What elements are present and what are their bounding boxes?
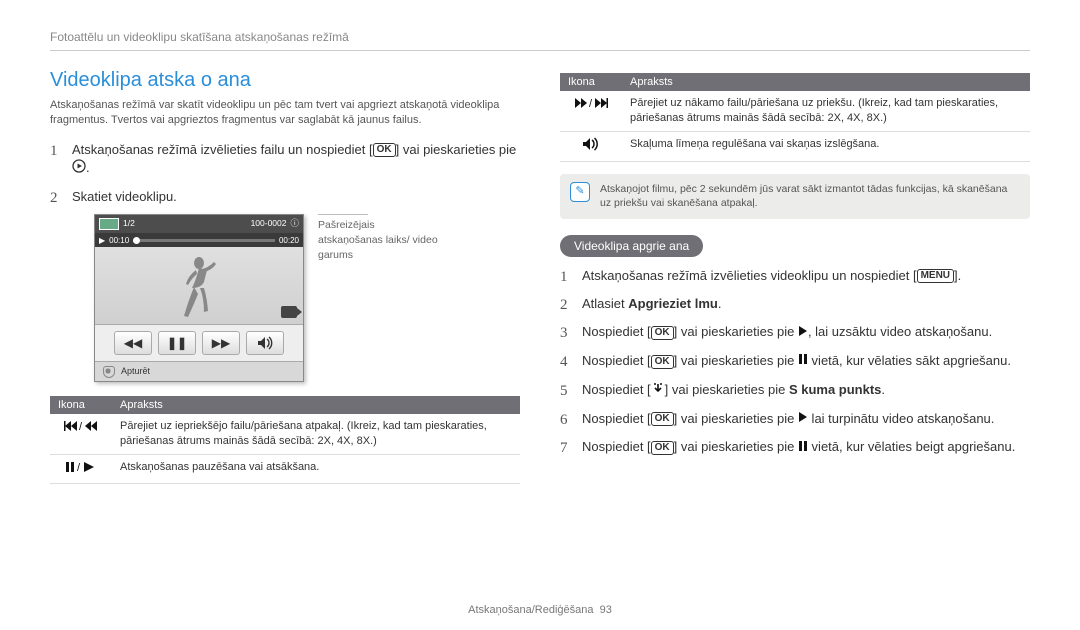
table-h-desc: Apraksts — [622, 73, 1030, 91]
hand-icon — [103, 366, 115, 378]
down-nav-icon — [651, 381, 665, 400]
right-column: Ikona Apraksts / Pārejiet uz nākamo fail… — [560, 69, 1030, 484]
play-circle-icon — [72, 159, 86, 178]
pause-icon — [798, 439, 808, 457]
icon-table-left: Ikona Apraksts / Pārejiet uz iepriekšējo… — [50, 396, 520, 485]
pause-play-icon: / — [50, 454, 112, 484]
right-step-6: Nospiediet [OK] vai pieskarieties pie la… — [560, 410, 1030, 429]
menu-button-icon: MENU — [917, 269, 954, 283]
prev-rewind-icon: / — [50, 414, 112, 454]
page-title: Videoklipa atska o ana — [50, 69, 520, 92]
left-step-2: Skatiet videoklipu. 1/2 100-0002 ⓘ — [50, 188, 520, 382]
right-step-2: Atlasiet Apgrieziet lmu. — [560, 295, 1030, 313]
right-steps: Atskaņošanas režīmā izvēlieties videokli… — [560, 267, 1030, 457]
left-step-1: Atskaņošanas režīmā izvēlieties failu un… — [50, 141, 520, 178]
rewind-button[interactable]: ◀◀ — [114, 331, 152, 355]
svg-text:/: / — [79, 421, 83, 433]
page-footer: Atskaņošana/Rediģēšana 93 — [0, 604, 1080, 616]
video-player-mock: 1/2 100-0002 ⓘ ▶ 00:10 00:20 — [94, 214, 304, 382]
svg-text:/: / — [77, 462, 81, 474]
forward-button[interactable]: ▶▶ — [202, 331, 240, 355]
right-step-5: Nospiediet [] vai pieskarieties pie S ku… — [560, 381, 1030, 400]
right-step-3: Nospiediet [OK] vai pieskarieties pie , … — [560, 323, 1030, 342]
pause-button[interactable]: ❚❚ — [158, 331, 196, 355]
thumbnail-icon — [99, 218, 119, 230]
table-row: / Pārejiet uz iepriekšējo failu/pāriešan… — [50, 414, 520, 454]
sub-heading: Videoklipa apgrie ana — [560, 235, 703, 257]
stop-label: Apturēt — [121, 365, 150, 378]
dancer-silhouette-icon — [174, 254, 224, 320]
right-step-4: Nospiediet [OK] vai pieskarieties pie vi… — [560, 352, 1030, 371]
volume-button[interactable] — [246, 331, 284, 355]
clip-id: 100-0002 — [251, 218, 287, 230]
play-icon — [798, 324, 808, 342]
table-row: / Pārejiet uz nākamo failu/pāriešana uz … — [560, 91, 1030, 131]
player-caption: Pašreizējais atskaņošanas laiks/ video g… — [318, 214, 438, 262]
play-icon — [798, 410, 808, 428]
time-total: 00:20 — [279, 235, 299, 246]
right-step-7: Nospiediet [OK] vai pieskarieties pie vi… — [560, 438, 1030, 457]
note-text: Atskaņojot filmu, pēc 2 sekundēm jūs var… — [600, 182, 1020, 211]
info-icon: ⓘ — [290, 218, 299, 230]
right-step-1: Atskaņošanas režīmā izvēlieties videokli… — [560, 267, 1030, 285]
icon-table-right: Ikona Apraksts / Pārejiet uz nākamo fail… — [560, 73, 1030, 162]
ok-button-icon: OK — [373, 143, 396, 157]
breadcrumb: Fotoattēlu un videoklipu skatīšana atska… — [50, 30, 1030, 51]
clip-counter: 1/2 — [123, 218, 135, 230]
ok-button-icon: OK — [651, 355, 674, 369]
time-current: 00:10 — [109, 235, 129, 246]
ok-button-icon: OK — [651, 412, 674, 426]
volume-icon — [560, 131, 622, 161]
forward-next-icon: / — [560, 91, 622, 131]
ok-button-icon: OK — [651, 441, 674, 455]
ok-button-icon: OK — [651, 326, 674, 340]
svg-text:/: / — [589, 98, 593, 110]
note-box: ✎ Atskaņojot filmu, pēc 2 sekundēm jūs v… — [560, 174, 1030, 219]
table-row: / Atskaņošanas pauzēšana vai atsākšana. — [50, 454, 520, 484]
note-icon: ✎ — [570, 182, 590, 202]
left-steps: Atskaņošanas režīmā izvēlieties failu un… — [50, 141, 520, 382]
camera-icon — [281, 306, 297, 318]
table-h-icon: Ikona — [560, 73, 622, 91]
intro-text: Atskaņošanas režīmā var skatīt videoklip… — [50, 98, 520, 129]
table-row: Skaļuma līmeņa regulēšana vai skaņas izs… — [560, 131, 1030, 161]
table-h-icon: Ikona — [50, 396, 112, 414]
table-h-desc: Apraksts — [112, 396, 520, 414]
pause-icon — [798, 352, 808, 370]
progress-bar — [133, 239, 275, 242]
left-column: Videoklipa atska o ana Atskaņošanas režī… — [50, 69, 520, 484]
